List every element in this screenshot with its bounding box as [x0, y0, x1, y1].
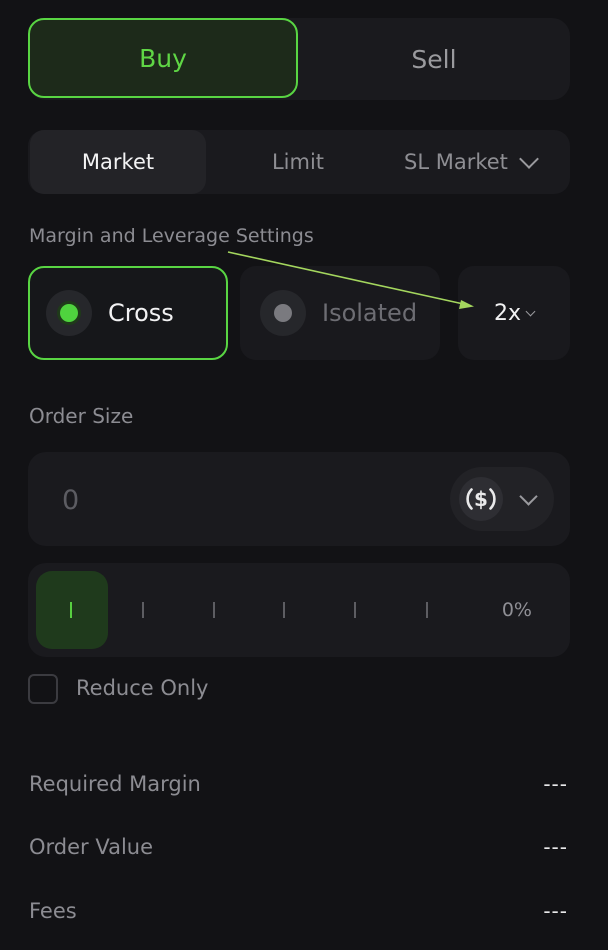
isolated-margin-label: Isolated [322, 299, 418, 327]
required-margin-label: Required Margin [29, 772, 201, 796]
isolated-radio [260, 290, 306, 336]
order-panel: Buy Sell Market Limit SL Market Margin a… [0, 0, 608, 950]
required-margin-value: --- [543, 772, 568, 796]
sell-tab-label: Sell [411, 44, 457, 74]
svg-text:$: $ [474, 487, 488, 511]
reduce-only-checkbox[interactable] [28, 674, 58, 704]
cross-radio [46, 290, 92, 336]
slider-percent: 0% [501, 599, 532, 621]
currency-select[interactable]: $ [450, 467, 554, 531]
sell-tab[interactable]: Sell [298, 18, 570, 100]
slider-tick [283, 602, 285, 618]
slider-tick [213, 602, 215, 618]
radio-selected-icon [60, 304, 78, 322]
radio-unselected-icon [274, 304, 292, 322]
order-size-input[interactable] [60, 452, 424, 548]
order-value-label: Order Value [29, 835, 154, 859]
tab-market-label: Market [81, 150, 155, 174]
chevron-down-icon [519, 486, 538, 506]
fees-value: --- [543, 899, 568, 923]
tab-sl-market[interactable]: SL Market [390, 130, 570, 194]
order-size-slider[interactable]: 0% [28, 563, 570, 657]
order-size-heading: Order Size [29, 404, 134, 428]
order-value-value: --- [543, 835, 568, 859]
tab-market[interactable]: Market [30, 130, 206, 194]
margin-settings-heading: Margin and Leverage Settings [29, 225, 314, 247]
side-tabs: Buy Sell [28, 18, 570, 100]
slider-grip-icon [70, 602, 72, 618]
slider-tick [142, 602, 144, 618]
chevron-down-icon [519, 149, 539, 169]
tab-sl-market-label: SL Market [404, 150, 508, 174]
order-size-field: $ [28, 452, 570, 548]
isolated-margin-option[interactable]: Isolated [240, 266, 440, 360]
tab-limit-label: Limit [271, 150, 325, 174]
buy-tab-label: Buy [139, 43, 187, 73]
slider-thumb[interactable] [36, 571, 108, 649]
slider-tick [426, 602, 428, 618]
fees-label: Fees [29, 899, 77, 923]
chevron-down-icon [525, 306, 536, 316]
slider-tick [354, 602, 356, 618]
reduce-only-label: Reduce Only [76, 676, 209, 700]
leverage-value: 2x [493, 300, 522, 326]
buy-tab[interactable]: Buy [28, 18, 298, 98]
leverage-select[interactable]: 2x [458, 266, 570, 360]
cross-margin-option[interactable]: Cross [28, 266, 228, 360]
usdc-dollar-icon: $ [459, 477, 503, 521]
order-type-tabs: Market Limit SL Market [28, 130, 570, 194]
tab-limit[interactable]: Limit [214, 130, 382, 194]
cross-margin-label: Cross [108, 299, 174, 327]
